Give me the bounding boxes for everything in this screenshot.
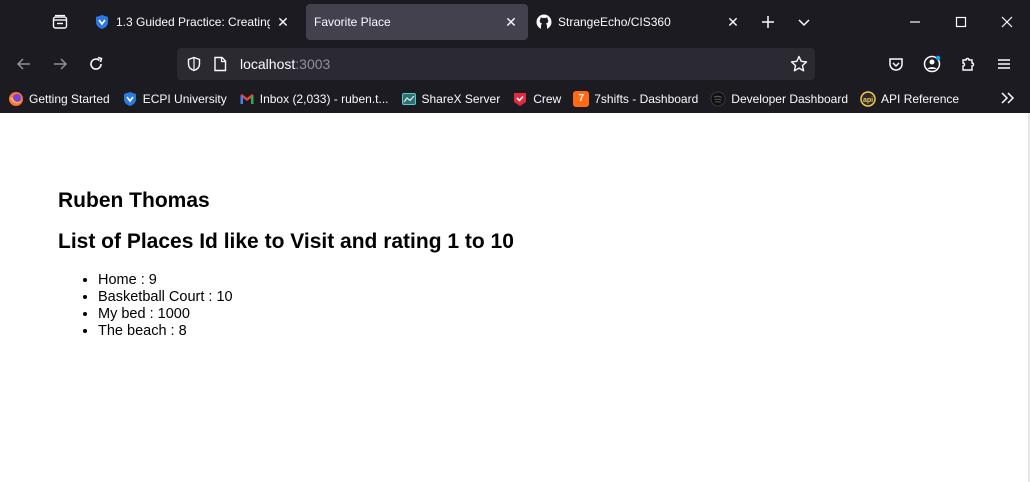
account-icon (923, 55, 941, 73)
bookmark-gmail-inbox[interactable]: Inbox (2,033) - ruben.t... (239, 87, 389, 111)
back-button[interactable] (8, 48, 40, 80)
arrow-left-icon (16, 58, 30, 70)
bookmarks-overflow-button[interactable] (996, 86, 1020, 110)
bookmark-developer-dashboard[interactable]: Developer Dashboard (710, 87, 848, 111)
pocket-icon (889, 58, 903, 71)
bookmark-star-button[interactable] (789, 54, 809, 74)
url-port: :3003 (295, 56, 331, 72)
tracking-protection-shield-icon[interactable] (186, 56, 202, 72)
bookmark-label: 7shifts - Dashboard (594, 91, 699, 106)
bookmarks-toolbar: Getting Started ECPI University Inbox (2… (0, 84, 1030, 113)
list-all-tabs-button[interactable] (786, 4, 822, 40)
firefox-icon (8, 91, 24, 107)
places-list: Home : 9 Basketball Court : 10 My bed : … (58, 272, 233, 340)
tab-strip: 1.3 Guided Practice: Creating th ✕ Favor… (0, 0, 1030, 44)
bookmark-getting-started[interactable]: Getting Started (8, 87, 110, 111)
bookmark-ecpi-university[interactable]: ECPI University (122, 87, 227, 111)
page-info-icon[interactable] (212, 56, 228, 72)
spotify-icon (710, 91, 726, 107)
url-text[interactable]: localhost:3003 (240, 56, 330, 72)
url-bar[interactable]: localhost:3003 (177, 48, 815, 80)
browser-chrome: 1.3 Guided Practice: Creating th ✕ Favor… (0, 0, 1030, 113)
author-heading: Ruben Thomas (58, 189, 210, 212)
tab-title: Favorite Place (314, 15, 391, 29)
toolbar-right-buttons (876, 48, 1020, 80)
tab-title: StrangeEcho/CIS360 (558, 15, 671, 29)
list-item: The beach : 8 (98, 323, 233, 340)
7shifts-icon: 7 (573, 90, 590, 107)
tab-github-repo[interactable]: StrangeEcho/CIS360 ✕ (528, 4, 750, 40)
bookmark-label: ShareX Server (421, 91, 501, 106)
new-tab-button[interactable] (750, 4, 786, 40)
sharex-icon (401, 91, 417, 107)
plus-icon (762, 16, 774, 28)
places-list-heading: List of Places Id like to Visit and rati… (58, 230, 514, 253)
page-content: Ruben Thomas List of Places Id like to V… (0, 113, 1030, 482)
tab-guided-practice[interactable]: 1.3 Guided Practice: Creating th ✕ (86, 4, 300, 40)
svg-text:api: api (863, 97, 873, 104)
bookmark-label: API Reference (881, 91, 960, 106)
ecpi-shield-icon (94, 14, 110, 30)
bookmark-label: Crew (533, 91, 562, 106)
close-tab-icon[interactable]: ✕ (724, 13, 742, 31)
minimize-button[interactable] (892, 0, 938, 44)
bookmark-7shifts-dashboard[interactable]: 7 7shifts - Dashboard (573, 87, 698, 111)
api-icon: api (860, 90, 876, 107)
bookmark-label: Inbox (2,033) - ruben.t... (259, 91, 389, 106)
pocket-button[interactable] (880, 48, 912, 80)
ecpi-shield-icon (122, 91, 138, 107)
close-window-button[interactable] (984, 0, 1030, 44)
bookmark-label: Getting Started (29, 91, 110, 106)
bookmark-api-reference[interactable]: api API Reference (860, 87, 959, 111)
bookmark-label: ECPI University (142, 91, 227, 106)
hamburger-menu-icon (998, 59, 1010, 69)
maximize-button[interactable] (938, 0, 984, 44)
url-host: localhost (240, 56, 296, 72)
forward-button[interactable] (44, 48, 76, 80)
app-menu-button[interactable] (988, 48, 1020, 80)
list-item: My bed : 1000 (98, 306, 233, 323)
account-button[interactable] (916, 48, 948, 80)
list-item: Home : 9 (98, 272, 233, 289)
bookmark-crew[interactable]: Crew (512, 87, 561, 111)
firefox-view-button[interactable] (42, 4, 78, 40)
maximize-icon (955, 16, 967, 28)
window-controls (892, 0, 1030, 44)
list-item: Basketball Court : 10 (98, 289, 233, 306)
puzzle-piece-icon (962, 57, 975, 71)
star-icon (790, 55, 808, 72)
close-tab-icon[interactable]: ✕ (502, 13, 520, 31)
bookmark-label: Developer Dashboard (731, 91, 849, 106)
double-chevron-right-icon (1001, 92, 1015, 104)
tab-title: 1.3 Guided Practice: Creating th (116, 15, 270, 29)
tab-favorite-place[interactable]: Favorite Place ✕ (306, 4, 528, 40)
reload-icon (90, 56, 103, 70)
github-icon (536, 14, 552, 30)
chevron-down-icon (798, 19, 810, 27)
crew-icon (512, 91, 528, 107)
extensions-button[interactable] (952, 48, 984, 80)
minimize-icon (910, 21, 920, 23)
gmail-icon (239, 91, 255, 107)
close-tab-icon[interactable]: ✕ (274, 13, 292, 31)
arrow-right-icon (54, 58, 68, 70)
reload-button[interactable] (80, 48, 112, 80)
close-icon (1001, 16, 1013, 28)
firefox-view-icon (52, 14, 68, 29)
bookmark-sharex-server[interactable]: ShareX Server (401, 87, 501, 111)
navigation-toolbar: localhost:3003 (0, 44, 1030, 84)
